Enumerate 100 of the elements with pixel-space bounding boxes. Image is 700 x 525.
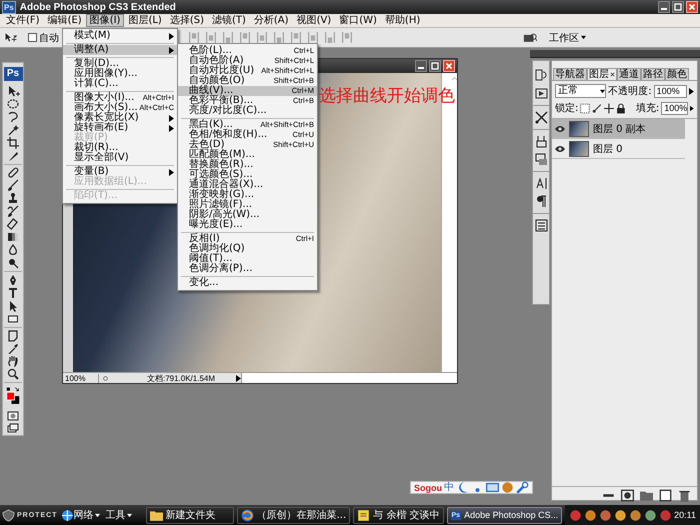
menu-item[interactable]: 通道混合器(X)... [178, 180, 317, 190]
align-icon[interactable] [204, 31, 218, 44]
layer-row[interactable]: 图层 0 副本 [552, 119, 685, 139]
menu-item[interactable]: 照片滤镜(F)... [178, 200, 317, 210]
maximize-icon[interactable] [429, 60, 441, 72]
eraser-icon[interactable] [6, 218, 20, 230]
play-arrow-icon[interactable] [690, 104, 694, 112]
menu-item[interactable]: 选择(S) [166, 14, 208, 27]
drop-icon[interactable] [6, 244, 20, 256]
menu-item[interactable]: 文件(F) [2, 14, 44, 27]
menu-item[interactable]: 调整(A) [63, 45, 177, 55]
align-icon[interactable] [221, 31, 235, 44]
menu-item[interactable]: 亮度/对比度(C)... [178, 106, 317, 116]
minimize-icon[interactable] [658, 1, 670, 13]
screen-mode-icon[interactable] [6, 423, 20, 435]
tray-icon[interactable] [629, 508, 642, 522]
menu-item[interactable]: 视图(V) [292, 14, 336, 27]
tray-icon[interactable] [614, 508, 628, 522]
menu-item[interactable]: 渐变映射(G)... [178, 190, 317, 200]
align-icon[interactable] [289, 31, 303, 44]
panel-tab[interactable]: 颜色 [665, 68, 689, 80]
close-icon[interactable] [443, 60, 455, 72]
fill-field[interactable]: 100% [661, 102, 688, 114]
gradient-icon[interactable] [6, 231, 20, 244]
tray-icon[interactable] [599, 508, 612, 522]
folder-icon[interactable] [640, 489, 653, 502]
tray-icon[interactable] [644, 508, 658, 522]
type-tool-icon[interactable] [6, 286, 20, 299]
trash-icon[interactable] [678, 489, 691, 502]
keyboard-icon[interactable] [486, 481, 499, 494]
bandage-icon[interactable] [6, 166, 20, 178]
shield-icon[interactable] [2, 508, 15, 522]
minimize-icon[interactable] [415, 60, 427, 72]
knife-icon[interactable] [6, 150, 20, 162]
ime-mode[interactable]: 中 [444, 482, 454, 493]
tray-icon[interactable] [584, 508, 598, 522]
quick-mask-icon[interactable] [6, 410, 20, 422]
maximize-icon[interactable] [672, 1, 684, 13]
eye-icon[interactable] [555, 144, 565, 152]
taskbar-button[interactable]: （原创）在那油菜... [236, 506, 350, 524]
menu-item[interactable]: 可选颜色(S)... [178, 170, 317, 180]
menu-item[interactable]: 阈值(T)... [178, 254, 317, 264]
scissors-icon[interactable] [534, 111, 548, 124]
menu-item[interactable]: 替换颜色(R)... [178, 160, 317, 170]
close-icon[interactable] [686, 1, 698, 13]
menu-item[interactable]: 像素长宽比(X) [63, 113, 177, 123]
layer-row[interactable]: 图层 0 [552, 139, 685, 159]
panel-tab[interactable]: 导航器 [553, 68, 587, 80]
move-tool-icon[interactable] [4, 31, 18, 44]
ellipse-marquee-icon[interactable] [6, 98, 20, 110]
status-menu-icon[interactable] [103, 374, 108, 382]
crop-icon[interactable] [6, 136, 20, 149]
menu-item[interactable]: 窗口(W) [335, 14, 381, 27]
menu-item[interactable]: 变化... [178, 278, 317, 288]
menu-item[interactable]: 模式(M) [63, 31, 177, 41]
workspace-button[interactable]: 工作区 [521, 30, 588, 46]
checkbox[interactable] [28, 33, 37, 42]
move-arrow-icon[interactable] [6, 85, 20, 97]
menu-item[interactable]: 应用图像(Y)... [63, 69, 177, 79]
action-icon[interactable] [534, 87, 548, 100]
mask-icon[interactable] [621, 489, 634, 502]
eye-icon[interactable] [555, 124, 565, 132]
menu-item[interactable]: 曝光度(E)... [178, 220, 317, 230]
stamp-icon[interactable] [6, 192, 20, 204]
zoom-icon[interactable] [6, 368, 20, 380]
play-arrow-icon[interactable] [689, 88, 694, 94]
lasso-icon[interactable] [6, 110, 20, 123]
history-brush-icon[interactable] [6, 205, 20, 218]
menu-item[interactable]: 图层(L) [124, 14, 166, 27]
menu-item[interactable]: 变量(B) [63, 167, 177, 177]
hand-icon[interactable] [6, 355, 20, 368]
menu-item[interactable]: 图像(I) [86, 14, 124, 27]
move-icon[interactable] [604, 102, 614, 114]
lock-pixels-icon[interactable] [580, 102, 590, 114]
menu-item[interactable]: 计算(C)... [63, 79, 177, 89]
align-icon[interactable] [306, 31, 320, 44]
scroll-up-icon[interactable] [452, 75, 457, 82]
paragraph-icon[interactable] [534, 195, 548, 208]
menu-item[interactable]: 滤镜(T) [208, 14, 250, 27]
menu-item[interactable]: 色调分离(P)... [178, 264, 317, 274]
align-icon[interactable] [238, 31, 252, 44]
align-icon[interactable] [272, 31, 286, 44]
magic-wand-icon[interactable] [6, 124, 20, 136]
rectangle-icon[interactable] [6, 312, 20, 325]
note-icon[interactable] [6, 330, 20, 342]
globe-icon[interactable] [60, 508, 74, 522]
brush-icon[interactable] [6, 179, 20, 192]
brush-icon[interactable] [592, 102, 602, 114]
wrench-icon[interactable] [516, 481, 529, 494]
moon-icon[interactable] [456, 481, 469, 494]
menu-item[interactable]: 匹配颜色(M)... [178, 150, 317, 160]
new-layer-icon[interactable] [659, 489, 672, 502]
character-icon[interactable] [534, 177, 548, 190]
menu-item[interactable]: 色调均化(Q) [178, 244, 317, 254]
taskbar-button[interactable]: 与 余楷 交谈中 [353, 506, 444, 524]
toolbar-menu[interactable]: 网络 [74, 508, 100, 522]
layer-comps-icon[interactable] [534, 219, 548, 232]
opacity-field[interactable]: 100% [654, 84, 688, 98]
toolbar-menu[interactable]: 工具 [106, 508, 132, 522]
align-icon[interactable] [255, 31, 269, 44]
